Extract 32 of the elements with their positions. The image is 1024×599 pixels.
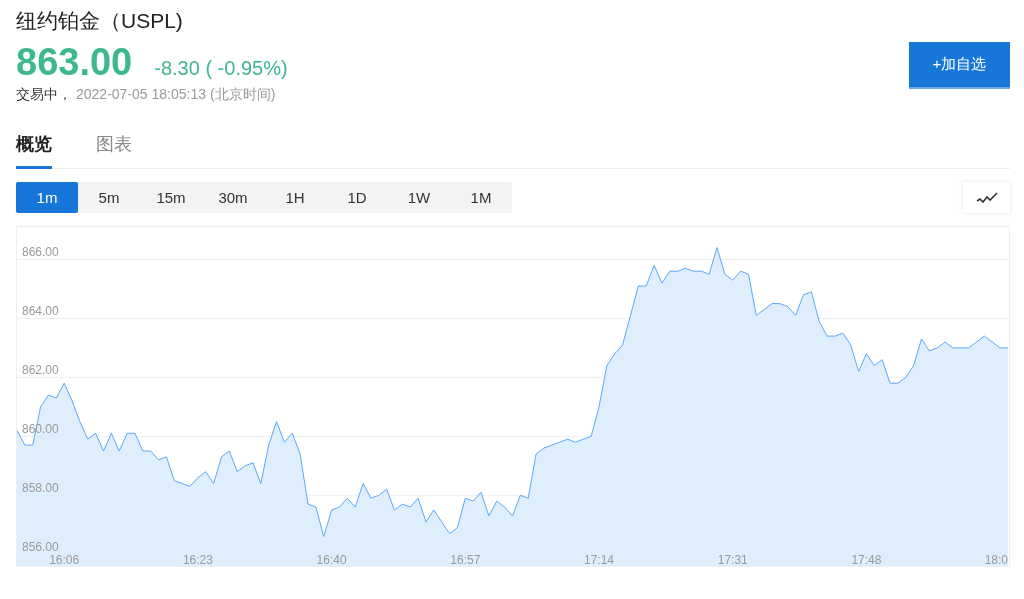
tab[interactable]: 概览 <box>16 126 52 169</box>
trading-status: 交易中， <box>16 86 72 104</box>
interval-button[interactable]: 1W <box>388 182 450 213</box>
y-axis-label: 866.00 <box>22 245 59 260</box>
interval-button[interactable]: 5m <box>78 182 140 213</box>
interval-button[interactable]: 15m <box>140 182 202 213</box>
x-axis-label: 18:0 <box>984 553 1008 566</box>
chart-type-button[interactable] <box>963 182 1010 213</box>
price-change: -8.30 ( -0.95%) <box>154 57 288 80</box>
last-price: 863.00 <box>16 40 133 84</box>
y-axis-label: 862.00 <box>22 363 59 378</box>
tab[interactable]: 图表 <box>96 126 166 169</box>
timezone-note: (北京时间) <box>210 86 276 104</box>
x-axis-label: 17:31 <box>717 553 748 566</box>
y-axis-label: 864.00 <box>22 304 59 319</box>
interval-button[interactable]: 1m <box>16 182 78 213</box>
instrument-title: 纽约铂金（USPL) <box>16 8 184 34</box>
timestamp: 2022-07-05 18:05:13 <box>76 86 206 104</box>
x-axis-label: 17:48 <box>851 553 882 566</box>
x-axis-label: 16:57 <box>450 553 481 566</box>
interval-button[interactable]: 30m <box>202 182 264 213</box>
interval-button[interactable]: 1H <box>264 182 326 213</box>
x-axis-label: 16:23 <box>182 553 213 566</box>
x-axis-label: 16:40 <box>316 553 347 566</box>
add-watchlist-button[interactable]: +加自选 <box>909 42 1010 89</box>
x-axis-label: 16:06 <box>49 553 80 566</box>
line-chart-icon <box>975 191 998 204</box>
y-axis-label: 858.00 <box>22 481 59 496</box>
y-axis-label: 856.00 <box>22 540 59 555</box>
interval-button[interactable]: 1D <box>326 182 388 213</box>
x-axis-label: 17:14 <box>584 553 615 566</box>
interval-button[interactable]: 1M <box>450 182 512 213</box>
